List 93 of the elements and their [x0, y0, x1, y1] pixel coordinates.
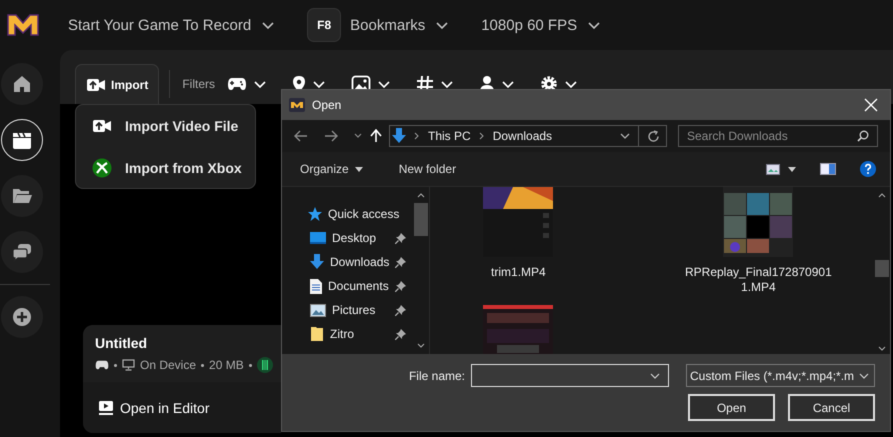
download-arrow-icon	[310, 254, 324, 270]
hotkey-badge: F8	[307, 8, 342, 42]
up-arrow-icon[interactable]	[370, 129, 382, 143]
video-upload-icon	[92, 118, 112, 132]
chevron-icon	[378, 80, 390, 88]
scroll-down-icon	[416, 343, 425, 348]
dialog-button[interactable]: Cancel	[788, 394, 875, 421]
file-name-label: File name:	[408, 368, 465, 382]
search-icon	[857, 130, 869, 142]
scroll-down-icon	[878, 346, 886, 351]
breadcrumb[interactable]: Downloads	[492, 129, 552, 143]
breadcrumb[interactable]: This PC	[428, 129, 471, 143]
sidebar-button[interactable]	[1, 231, 43, 273]
game-selector[interactable]: Start Your Game To Record	[68, 16, 276, 34]
file-type-dropdown[interactable]: Custom Files (*.m4v;*.mp4;*.m	[686, 364, 875, 387]
file-name-field[interactable]	[471, 364, 669, 387]
chevron-right-icon	[478, 132, 485, 140]
sidebar-button[interactable]	[1, 175, 43, 217]
editor-icon	[98, 400, 114, 416]
home-icon	[11, 73, 33, 95]
chevron-icon[interactable]	[354, 133, 362, 139]
view-options-icon[interactable]	[766, 164, 780, 174]
sidebar-button[interactable]	[1, 296, 43, 338]
menu-item[interactable]: Import from Xbox	[92, 148, 255, 188]
pin-icon	[395, 256, 406, 268]
xbox-icon	[92, 158, 112, 178]
pin-icon	[395, 304, 406, 316]
download-arrow-icon	[392, 128, 406, 144]
refresh-icon[interactable]	[647, 130, 660, 142]
desktop-icon	[310, 231, 326, 245]
nav-item[interactable]: Zitro	[330, 327, 390, 341]
chevron-icon	[261, 20, 276, 30]
nav-item[interactable]: Downloads	[330, 255, 390, 269]
pin-icon	[395, 232, 406, 244]
sidebar-button[interactable]	[1, 63, 43, 105]
add-icon	[12, 307, 32, 327]
logo-icon	[6, 12, 40, 38]
chevron-icon	[650, 372, 660, 378]
nav-item[interactable]: Pictures	[332, 303, 390, 317]
dialog-title: Open	[312, 98, 342, 112]
nav-item[interactable]: Quick access	[328, 207, 412, 221]
preview-pane-icon[interactable]	[820, 163, 836, 175]
filters-label: Filters	[182, 76, 216, 93]
close-icon[interactable]	[864, 98, 878, 112]
organize-button[interactable]: Organize	[300, 162, 363, 176]
pin-icon	[395, 328, 406, 340]
app-icon	[289, 98, 305, 112]
document-icon	[310, 278, 322, 294]
monitor-icon	[122, 359, 135, 371]
chevron-icon	[435, 20, 450, 30]
search-field[interactable]: Search Downloads	[678, 125, 878, 147]
star-icon	[308, 207, 322, 221]
new-folder-button[interactable]: New folder	[398, 162, 456, 176]
chevron-icon	[859, 372, 869, 378]
folder-icon	[11, 186, 33, 206]
chevron-icon	[587, 20, 602, 30]
clip-title: Untitled	[95, 335, 148, 351]
forward-arrow-icon[interactable]	[324, 130, 338, 142]
dialog-button[interactable]: Open	[688, 394, 775, 421]
pin-icon	[395, 280, 406, 292]
scroll-up-icon	[416, 193, 425, 198]
menu-item[interactable]: Import Video File	[92, 106, 255, 146]
chevron-icon	[565, 80, 578, 88]
chevron-icon	[313, 80, 326, 88]
chevron-icon	[441, 80, 454, 88]
folder-icon	[310, 326, 324, 342]
pictures-icon	[310, 304, 326, 316]
address-bar[interactable]: This PC Downloads	[389, 125, 667, 147]
file-name[interactable]: trim1.MP4	[491, 265, 546, 280]
chevron-right-icon	[414, 132, 420, 140]
gamepad-icon	[227, 77, 248, 91]
chevron-icon	[254, 80, 266, 88]
back-arrow-icon[interactable]	[294, 130, 308, 142]
sidebar-button[interactable]	[1, 119, 43, 161]
chevron-icon	[502, 80, 514, 88]
file-name[interactable]: RPReplay_Final1728709011.MP4	[683, 265, 834, 295]
nav-item[interactable]: Desktop	[332, 231, 390, 245]
chevron-icon[interactable]	[620, 132, 630, 140]
storage-location: On Device	[140, 358, 196, 372]
scroll-up-icon	[878, 193, 886, 198]
file-size: 20 MB	[209, 358, 244, 372]
scroll-thumb[interactable]	[874, 260, 889, 277]
nav-item[interactable]: Documents	[328, 279, 390, 293]
gamepad-icon	[95, 360, 109, 370]
quality-dropdown[interactable]: 1080p 60 FPS	[481, 16, 602, 34]
film-icon	[256, 357, 273, 373]
caret-icon	[354, 166, 363, 172]
video-upload-icon	[86, 78, 106, 92]
help-icon[interactable]	[860, 161, 876, 177]
caret-icon[interactable]	[788, 166, 796, 172]
scroll-thumb[interactable]	[414, 203, 428, 236]
bookmarks-dropdown[interactable]: Bookmarks	[350, 16, 450, 34]
import-tab[interactable]: Import	[75, 64, 160, 104]
